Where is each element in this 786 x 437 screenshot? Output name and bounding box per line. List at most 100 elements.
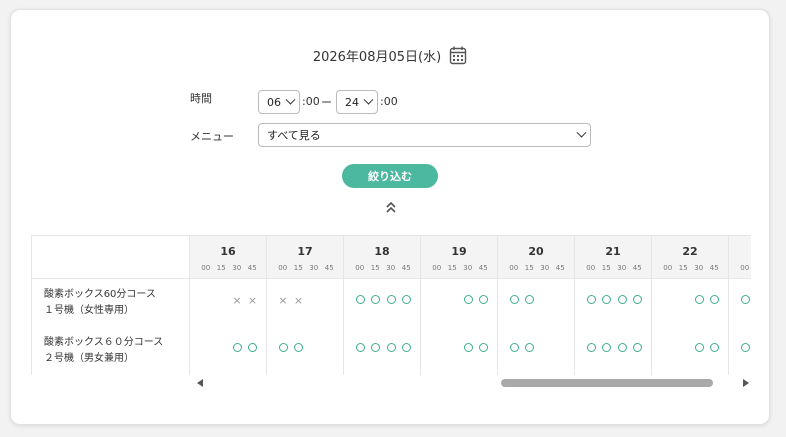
minute-label: 30 [386,264,396,272]
end-hour-select[interactable]: 24 [336,90,378,114]
available-slot[interactable] [709,343,721,355]
hour-header-23: 23 00153045 [729,236,751,279]
double-chevron-up-icon[interactable] [385,200,397,214]
available-slot[interactable] [370,343,382,355]
available-slot-icon [479,343,488,352]
available-slot-icon [602,343,611,352]
available-slot-icon [248,343,257,352]
available-slot[interactable] [601,343,613,355]
available-slot-icon [740,295,750,304]
available-slot[interactable] [293,343,305,355]
available-slot[interactable] [401,295,413,307]
available-slot[interactable] [354,295,366,307]
available-slot[interactable] [585,343,597,355]
available-slot[interactable] [524,343,536,355]
hour-header-19: 19 00 15 30 45 [421,236,498,279]
hour-header-22: 22 00 15 30 45 [652,236,729,279]
available-slot[interactable] [616,343,628,355]
available-slot[interactable] [693,343,705,355]
hour-label: 21 [605,245,621,258]
available-slot[interactable] [462,343,474,355]
available-slot[interactable] [462,295,474,307]
minute-label: 45 [247,264,257,272]
available-slot[interactable] [354,343,366,355]
minute-label: 45 [555,264,565,272]
available-slot[interactable] [247,343,259,355]
hour-cell [575,279,652,327]
available-slot[interactable] [231,343,243,355]
hour-cell [421,279,498,327]
available-slot[interactable] [739,343,751,355]
available-slot-icon [386,343,396,352]
available-slot[interactable] [524,295,536,307]
minute-label: 15 [601,264,611,272]
available-slot[interactable] [709,295,721,307]
hour-label: 20 [528,245,544,258]
minute-label: 00 [432,264,442,272]
available-slot[interactable] [277,343,289,355]
hour-cell [575,327,652,375]
available-slot-icon [740,343,750,352]
hour-cell [344,327,421,375]
minute-label: 15 [216,264,226,272]
minute-labels: 00 15 30 45 [660,264,722,272]
available-slot-icon [402,295,411,304]
hour-header-18: 18 00 15 30 45 [344,236,421,279]
minute-labels: 00 15 30 45 [275,264,337,272]
available-slot[interactable] [478,343,490,355]
hour-label: 22 [682,245,698,258]
schedule-table[interactable]: 16 00 15 30 45 17 00 15 30 45 18 00 15 30 45 19 00 15 30 45… [31,235,751,377]
available-slot-icon [294,343,303,352]
minute-label: 00 [663,264,673,272]
available-slot-icon [371,343,380,352]
minute-labels: 00 15 30 45 [198,264,260,272]
available-slot[interactable] [693,295,705,307]
minute-label: 15 [678,264,688,272]
available-slot-icon [355,295,365,304]
available-slot-icon [617,295,627,304]
minute-label: 15 [447,264,457,272]
filter-button[interactable]: 絞り込む [342,164,438,188]
chevron-down-icon [285,94,296,105]
available-slot[interactable] [739,295,751,307]
available-slot[interactable] [632,343,644,355]
available-slot-icon [278,343,288,352]
minute-label: 45 [632,264,642,272]
end-hour-value: 24 [345,95,359,109]
minute-label: 45 [401,264,411,272]
scroll-right-arrow-icon[interactable] [743,379,749,387]
available-slot[interactable] [632,295,644,307]
available-slot[interactable] [385,295,397,307]
available-slot[interactable] [616,295,628,307]
available-slot-icon [463,343,473,352]
available-slot[interactable] [508,343,520,355]
available-slot-icon [355,343,365,352]
course-name: 酸素ボックス60分コース [44,289,156,300]
menu-select[interactable]: すべて見る [258,123,591,147]
hour-cell [652,327,729,375]
available-slot[interactable] [508,295,520,307]
available-slot[interactable] [478,295,490,307]
available-slot[interactable] [401,343,413,355]
hour-label: 16 [220,245,236,258]
available-slot[interactable] [585,295,597,307]
available-slot-icon [633,343,642,352]
minute-labels: 00 15 30 45 [506,264,568,272]
available-slot[interactable] [601,295,613,307]
scroll-left-arrow-icon[interactable] [197,379,203,387]
start-hour-select[interactable]: 06 [258,90,300,114]
horizontal-scrollbar[interactable] [191,376,751,390]
available-slot-icon [232,343,242,352]
date-picker[interactable]: 2026年08月05日(水) [11,43,769,67]
scrollbar-thumb[interactable] [501,379,713,387]
available-slot-icon [402,343,411,352]
available-slot[interactable] [370,295,382,307]
minute-label: 00 [586,264,596,272]
available-slot[interactable] [385,343,397,355]
date-text: 2026年08月05日(水) [312,49,442,65]
available-slot-icon [386,295,396,304]
hour-header-17: 17 00 15 30 45 [267,236,344,279]
calendar-icon[interactable] [449,45,467,65]
minute-label: 45 [324,264,334,272]
hour-cell [267,327,344,375]
